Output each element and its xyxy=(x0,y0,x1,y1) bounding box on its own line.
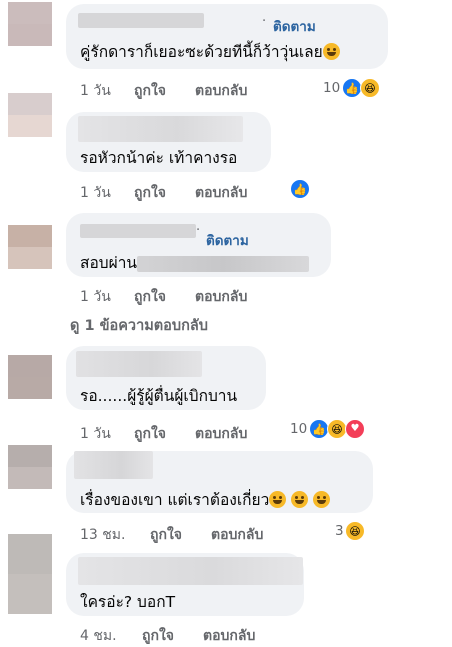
reply-button[interactable]: ตอบกลับ xyxy=(195,80,247,102)
timestamp[interactable]: 1 วัน xyxy=(80,423,111,445)
avatar[interactable] xyxy=(8,2,52,46)
redacted-author-name[interactable] xyxy=(74,451,153,479)
like-icon: 👍 xyxy=(342,78,362,98)
timestamp[interactable]: 4 ชม. xyxy=(80,625,117,647)
redacted-author-name[interactable] xyxy=(78,557,303,585)
reply-button[interactable]: ตอบกลับ xyxy=(203,625,255,647)
timestamp[interactable]: 13 ชม. xyxy=(80,524,125,546)
comment-text: เรื่องของเขา แต่เราต้องเกี่ยว xyxy=(80,487,331,512)
avatar[interactable] xyxy=(8,93,52,137)
comment-text: คู่รักดาราก็เยอะซะด้วยทีนี้ก็ว้าวุ่นเลย xyxy=(80,39,340,64)
redacted-author-name[interactable] xyxy=(80,224,196,238)
like-icon: 👍 xyxy=(309,419,329,439)
redacted-author-name[interactable] xyxy=(78,13,204,28)
redacted-author-name[interactable] xyxy=(78,116,243,142)
timestamp[interactable]: 1 วัน xyxy=(80,80,111,102)
timestamp[interactable]: 1 วัน xyxy=(80,286,111,308)
haha-icon: 😆 xyxy=(360,78,380,98)
comment-bubble: รอ......ผู้รู้ผู้ตื่นผู้เบิกบาน xyxy=(66,346,266,410)
reply-button[interactable]: ตอบกลับ xyxy=(211,524,263,546)
comment-bubble: ใครอ่ะ? บอกT xyxy=(66,553,304,616)
separator-dot: · xyxy=(262,14,267,29)
reaction-count: 10 xyxy=(323,80,341,96)
view-replies-link[interactable]: ดู 1 ข้อความตอบกลับ xyxy=(70,314,208,337)
follow-link[interactable]: ติดตาม xyxy=(273,15,316,37)
comment-text: รอหัวกน้าค่ะ เท้าคางรอ xyxy=(80,149,238,167)
reaction-count: 10 xyxy=(290,421,308,437)
comment-text: สอบผ่าน xyxy=(80,250,309,275)
grin-emoji-icon xyxy=(269,491,287,508)
timestamp[interactable]: 1 วัน xyxy=(80,182,111,204)
comment-bubble: · ติดตาม สอบผ่าน xyxy=(66,213,331,277)
grin-emoji-icon xyxy=(313,491,331,508)
comment-bubble: · ติดตาม คู่รักดาราก็เยอะซะด้วยทีนี้ก็ว้… xyxy=(66,4,388,69)
follow-link[interactable]: ติดตาม xyxy=(206,229,249,251)
comment-text: รอ......ผู้รู้ผู้ตื่นผู้เบิกบาน xyxy=(80,387,238,405)
haha-icon: 😆 xyxy=(327,419,347,439)
grin-emoji-icon xyxy=(291,491,309,508)
redacted-text xyxy=(137,255,309,272)
separator-dot: · xyxy=(196,223,201,238)
reply-button[interactable]: ตอบกลับ xyxy=(195,423,247,445)
avatar[interactable] xyxy=(8,355,52,399)
avatar[interactable] xyxy=(8,225,52,269)
avatar[interactable] xyxy=(8,445,52,489)
like-button[interactable]: ถูกใจ xyxy=(134,80,166,102)
like-button[interactable]: ถูกใจ xyxy=(150,524,182,546)
rofl-emoji-icon xyxy=(322,43,340,60)
love-icon: ♥ xyxy=(345,419,365,439)
like-button[interactable]: ถูกใจ xyxy=(134,286,166,308)
comment-text: ใครอ่ะ? บอกT xyxy=(80,593,176,611)
reaction-count: 3 xyxy=(335,523,344,539)
reply-button[interactable]: ตอบกลับ xyxy=(195,182,247,204)
redacted-author-name[interactable] xyxy=(76,351,202,377)
comment-bubble: รอหัวกน้าค่ะ เท้าคางรอ xyxy=(66,112,271,172)
like-button[interactable]: ถูกใจ xyxy=(142,625,174,647)
reply-button[interactable]: ตอบกลับ xyxy=(195,286,247,308)
avatar[interactable] xyxy=(8,534,52,614)
haha-icon: 😆 xyxy=(345,521,365,541)
like-icon: 👍 xyxy=(290,179,310,199)
like-button[interactable]: ถูกใจ xyxy=(134,182,166,204)
like-button[interactable]: ถูกใจ xyxy=(134,423,166,445)
comment-bubble: เรื่องของเขา แต่เราต้องเกี่ยว xyxy=(66,451,373,513)
